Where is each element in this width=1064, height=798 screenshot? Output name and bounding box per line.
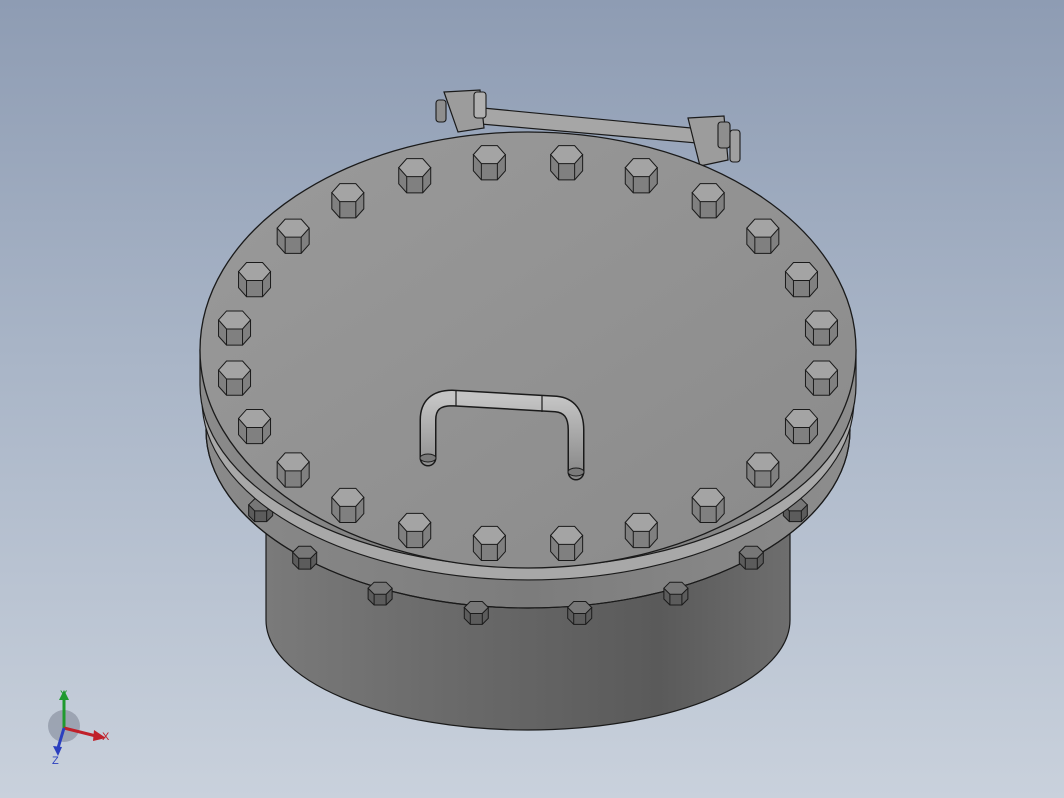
hex-nut	[549, 145, 584, 181]
hex-nut	[237, 408, 272, 445]
hex-nut	[472, 525, 507, 562]
hex-nut	[624, 158, 658, 194]
hex-nut	[331, 183, 365, 219]
hex-nut	[367, 581, 393, 606]
hex-nut	[472, 145, 507, 181]
3d-viewport[interactable]: Y X Z	[0, 0, 1064, 798]
hex-nut	[738, 545, 764, 570]
hex-nut	[292, 545, 318, 570]
z-axis-label: Z	[52, 755, 59, 766]
hex-nut	[463, 601, 489, 625]
hex-nut	[217, 310, 252, 346]
hex-nut	[398, 158, 432, 194]
y-axis-label: Y	[60, 689, 68, 701]
cover-plate-top	[199, 131, 857, 569]
hex-nut	[331, 487, 365, 524]
hex-nut	[804, 310, 839, 346]
hex-nut	[237, 262, 272, 298]
hex-nut	[784, 408, 819, 445]
manhole-model[interactable]	[0, 0, 1064, 798]
hex-nut	[746, 218, 780, 254]
hex-nut	[663, 581, 689, 606]
hex-nut	[567, 601, 593, 625]
x-axis-label: X	[102, 731, 110, 743]
hex-nut	[398, 512, 432, 549]
hex-nut	[217, 360, 252, 396]
hex-nut	[276, 218, 310, 254]
hex-nut	[549, 525, 584, 562]
orientation-triad[interactable]: Y X Z	[40, 686, 120, 766]
hex-nut	[276, 452, 310, 488]
hex-nut	[691, 487, 725, 524]
hex-nut	[691, 183, 725, 219]
hex-nut	[784, 262, 819, 298]
hex-nut	[624, 512, 658, 549]
hex-nut	[746, 452, 780, 488]
hex-nut	[804, 360, 839, 396]
